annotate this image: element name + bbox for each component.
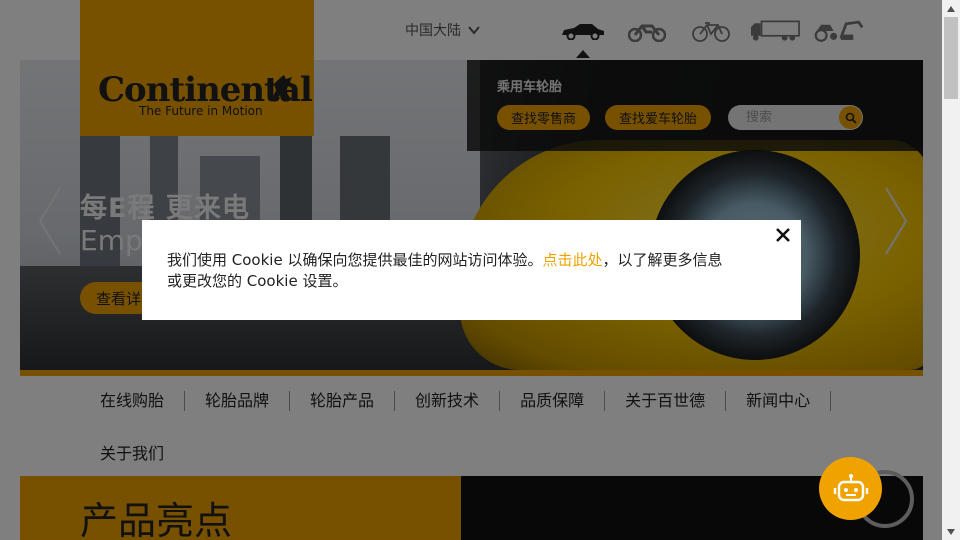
cookie-message: 我们使用 Cookie 以确保向您提供最佳的网站访问体验。点击此处，以了解更多信…	[167, 250, 727, 292]
vertical-scrollbar[interactable]	[942, 0, 960, 540]
scrollbar-thumb[interactable]	[944, 17, 958, 99]
cookie-consent-dialog: 我们使用 Cookie 以确保向您提供最佳的网站访问体验。点击此处，以了解更多信…	[142, 220, 801, 320]
robot-icon	[833, 473, 868, 501]
scroll-down-arrow-icon[interactable]	[942, 523, 960, 540]
cookie-settings-link[interactable]: 点击此处	[542, 251, 602, 269]
chatbot-button[interactable]	[819, 457, 882, 520]
close-icon[interactable]	[774, 226, 792, 244]
page: 中国大陆	[0, 0, 942, 540]
scroll-up-arrow-icon[interactable]	[942, 0, 960, 17]
cookie-text-before: 我们使用 Cookie 以确保向您提供最佳的网站访问体验。	[167, 251, 543, 269]
